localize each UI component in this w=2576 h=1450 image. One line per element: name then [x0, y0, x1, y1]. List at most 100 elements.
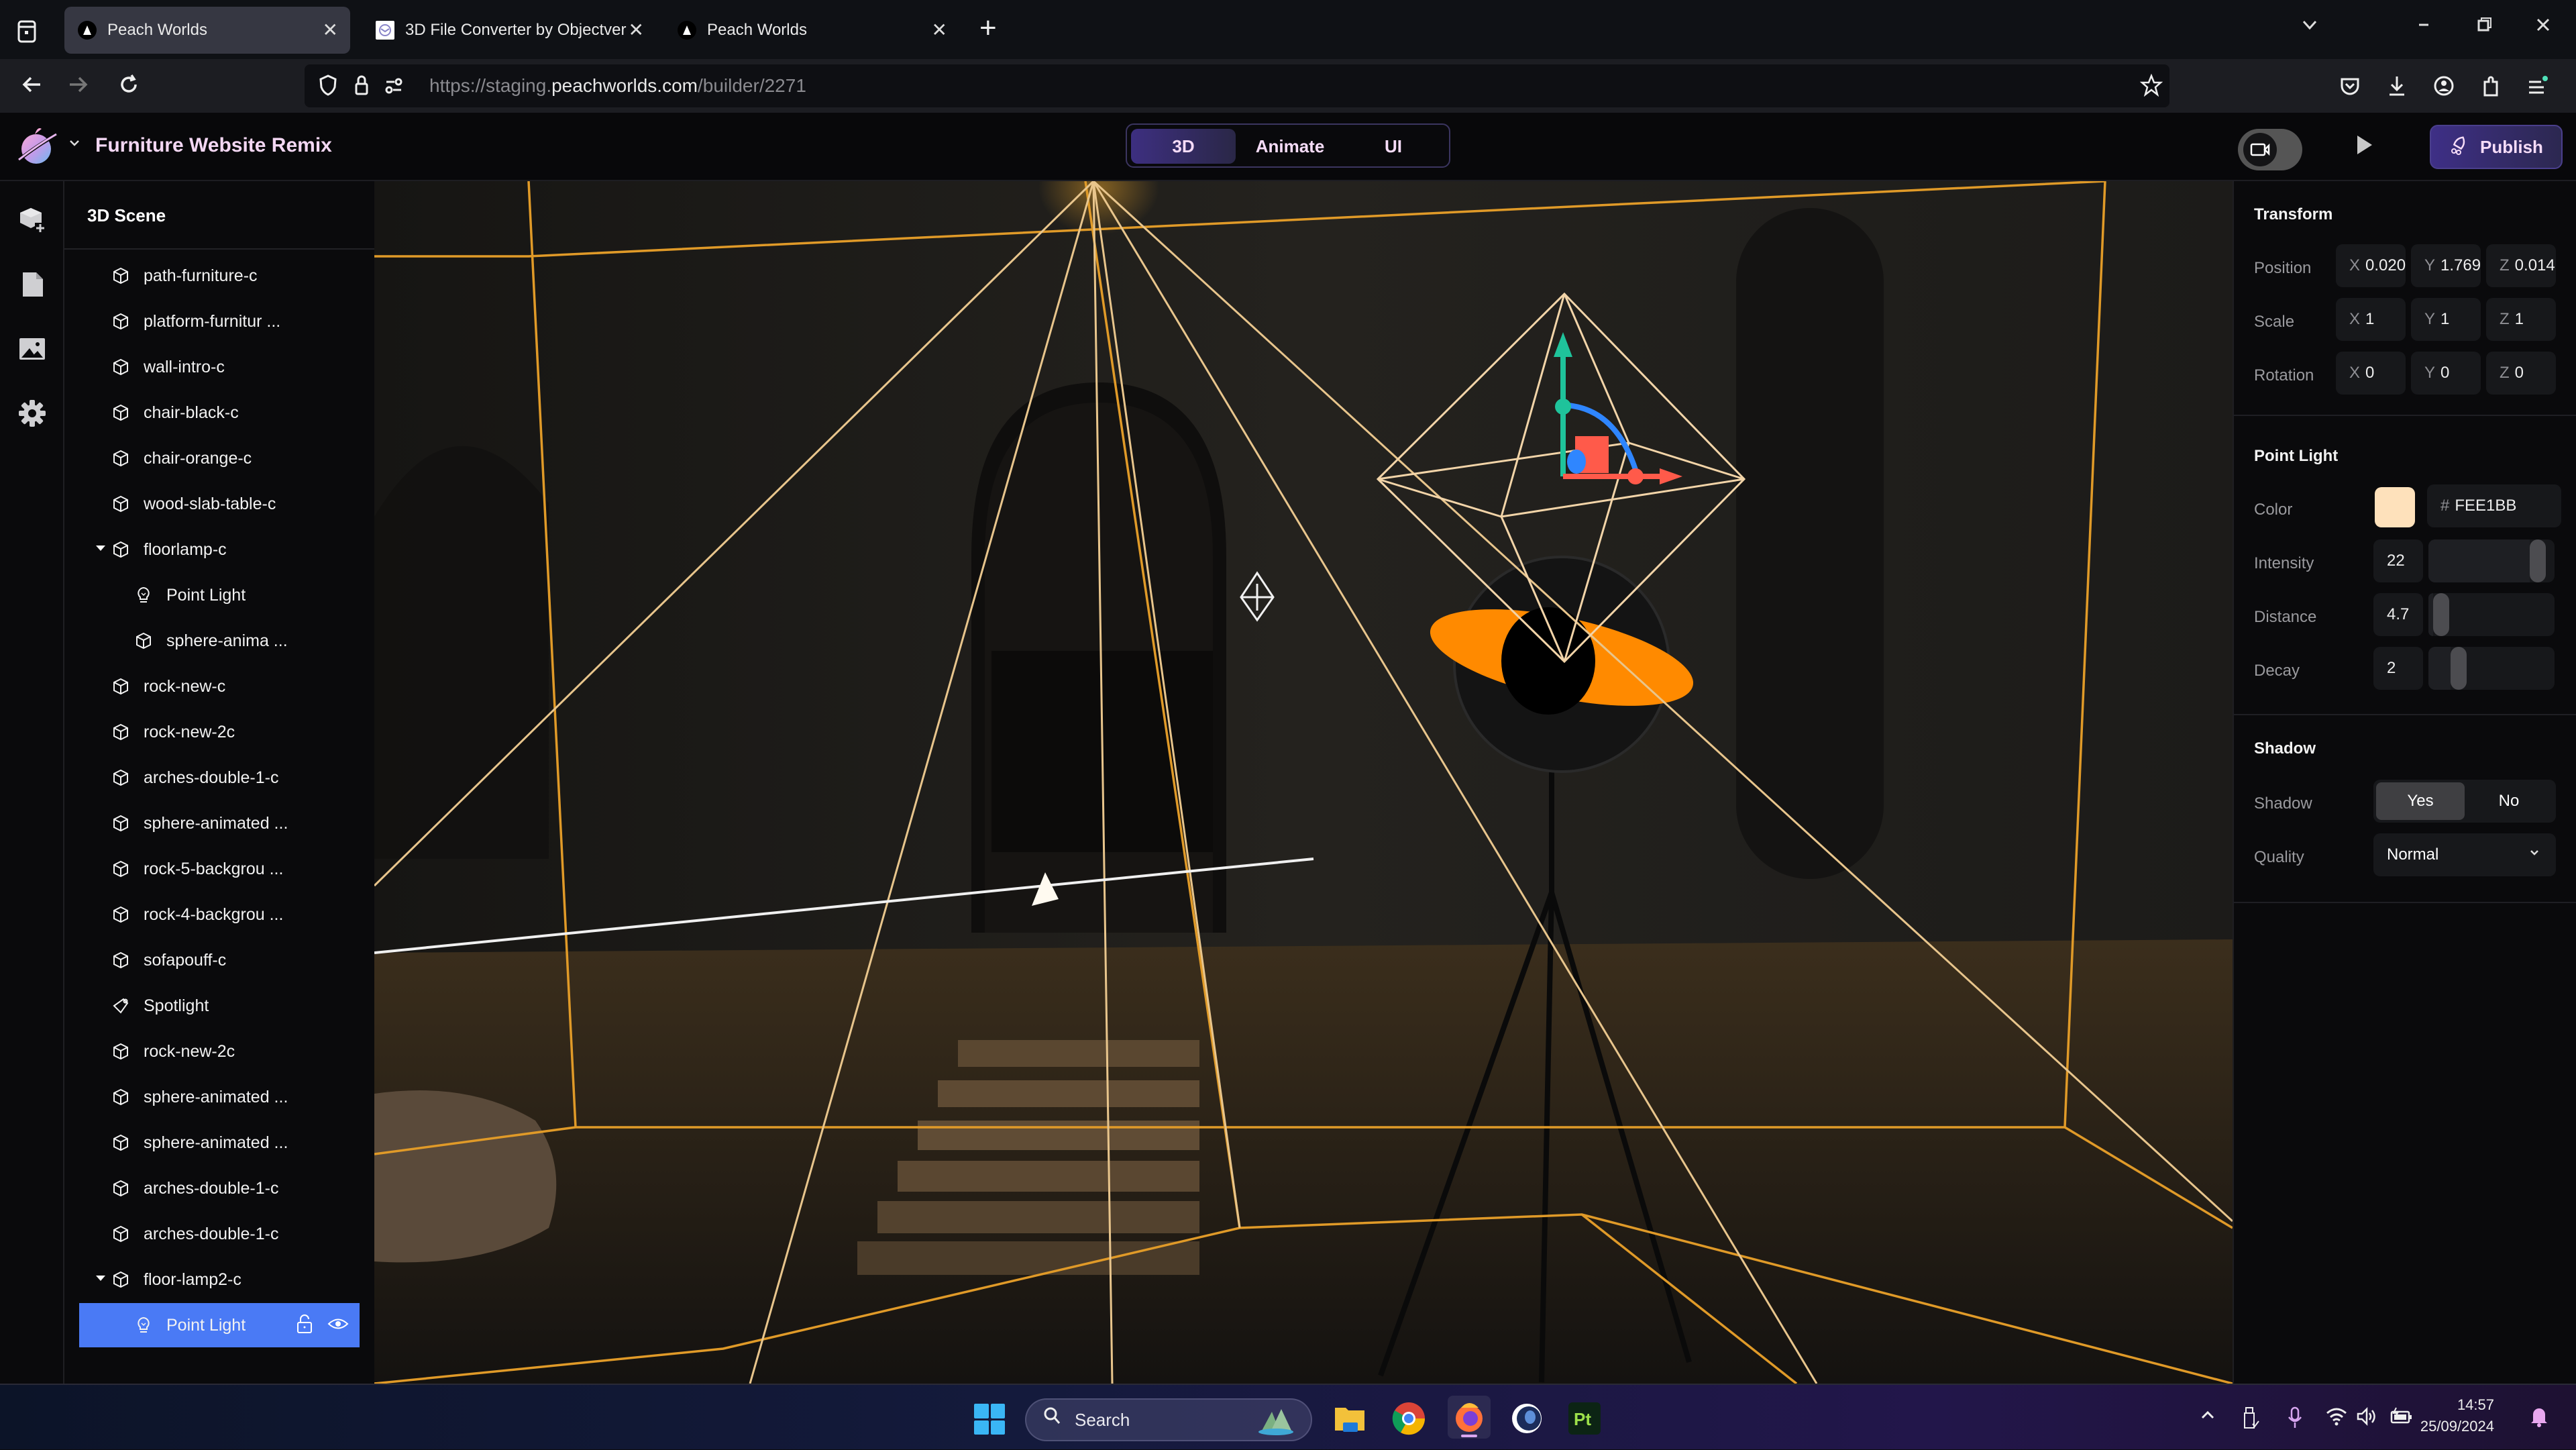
- color-swatch[interactable]: [2375, 487, 2415, 527]
- url-text[interactable]: https://staging.peachworlds.com/builder/…: [429, 75, 806, 97]
- 3d-viewport[interactable]: [374, 181, 2233, 1384]
- file-explorer-icon[interactable]: [1331, 1400, 1368, 1437]
- site-permissions-icon[interactable]: [382, 74, 405, 98]
- downloads-icon[interactable]: [2385, 74, 2408, 98]
- expand-caret-icon[interactable]: [95, 1274, 106, 1286]
- back-arrow-icon[interactable]: [19, 71, 46, 105]
- scene-node[interactable]: rock-new-2c: [79, 1029, 360, 1074]
- extensions-icon[interactable]: [2479, 74, 2502, 98]
- scene-node[interactable]: chair-orange-c: [79, 436, 360, 480]
- restore-icon[interactable]: [2474, 15, 2494, 40]
- position-x-input[interactable]: X 0.020: [2336, 244, 2406, 287]
- account-icon[interactable]: [2432, 74, 2455, 98]
- rotation-z-input[interactable]: Z0: [2486, 352, 2556, 395]
- decay-input[interactable]: 2: [2373, 647, 2423, 690]
- quality-select[interactable]: Normal: [2373, 833, 2556, 876]
- project-title[interactable]: Furniture Website Remix: [95, 134, 332, 157]
- distance-input[interactable]: 4.7: [2373, 593, 2423, 636]
- scene-node[interactable]: Spotlight: [79, 984, 360, 1028]
- peach-worlds-logo[interactable]: [15, 125, 60, 168]
- battery-charging-icon[interactable]: [2390, 1406, 2414, 1431]
- scene-node[interactable]: arches-double-1-c: [79, 1166, 360, 1210]
- settings-gear-icon[interactable]: [17, 399, 47, 428]
- minimize-icon[interactable]: [2414, 15, 2434, 40]
- tray-overflow-chevron-icon[interactable]: [2199, 1406, 2216, 1429]
- scene-node[interactable]: rock-new-2c: [79, 710, 360, 754]
- scene-node[interactable]: sphere-animated ...: [79, 1121, 360, 1165]
- address-bar[interactable]: https://staging.peachworlds.com/builder/…: [305, 64, 2169, 107]
- scene-node[interactable]: Point Light: [79, 573, 360, 617]
- firefox-icon[interactable]: [1448, 1396, 1491, 1439]
- slider-thumb[interactable]: [2451, 647, 2467, 690]
- publish-button[interactable]: Publish: [2430, 125, 2563, 169]
- menu-hamburger-icon[interactable]: [2525, 74, 2548, 98]
- color-hex-input[interactable]: # FEE1BB: [2427, 484, 2561, 527]
- microphone-icon[interactable]: [2286, 1406, 2304, 1434]
- tab-overflow-chevron-icon[interactable]: [2300, 15, 2320, 40]
- notification-bell-icon[interactable]: [2529, 1405, 2549, 1433]
- cinema4d-icon[interactable]: [1508, 1400, 1546, 1437]
- scene-node[interactable]: arches-double-1-c: [79, 756, 360, 800]
- wifi-icon[interactable]: [2325, 1406, 2348, 1431]
- scene-node[interactable]: rock-5-backgrou ...: [79, 847, 360, 891]
- intensity-input[interactable]: 22: [2373, 539, 2423, 582]
- scene-node[interactable]: sphere-animated ...: [79, 801, 360, 845]
- scale-y-input[interactable]: Y1: [2411, 298, 2481, 341]
- file-icon[interactable]: [17, 270, 47, 299]
- mode-tab-3d[interactable]: 3D: [1131, 129, 1236, 164]
- system-clock[interactable]: 14:57 25/09/2024: [2415, 1394, 2494, 1437]
- slider-thumb[interactable]: [2530, 539, 2546, 582]
- windows-start-icon[interactable]: [974, 1404, 1005, 1435]
- scene-node[interactable]: path-furniture-c: [79, 254, 360, 298]
- scene-node[interactable]: arches-double-1-c: [79, 1212, 360, 1256]
- volume-icon[interactable]: [2356, 1406, 2379, 1431]
- slider-thumb[interactable]: [2433, 593, 2449, 636]
- taskbar-search[interactable]: Search: [1025, 1398, 1312, 1441]
- scene-node[interactable]: rock-4-backgrou ...: [79, 892, 360, 937]
- play-preview-icon[interactable]: [2357, 136, 2372, 154]
- rotation-y-input[interactable]: Y0: [2411, 352, 2481, 395]
- decay-slider[interactable]: [2428, 647, 2555, 690]
- scene-node[interactable]: sofapouff-c: [79, 938, 360, 982]
- scene-node[interactable]: wood-slab-table-c: [79, 482, 360, 526]
- mode-tab-ui[interactable]: UI: [1343, 129, 1444, 164]
- close-tab-icon[interactable]: ✕: [629, 19, 644, 42]
- usb-device-icon[interactable]: [2242, 1406, 2259, 1434]
- camera-toggle[interactable]: [2238, 129, 2302, 170]
- intensity-slider[interactable]: [2428, 539, 2555, 582]
- shadow-yes-option[interactable]: Yes: [2376, 782, 2465, 820]
- rotation-x-input[interactable]: X0: [2336, 352, 2406, 395]
- scene-node[interactable]: wall-intro-c: [79, 345, 360, 389]
- substance-painter-icon[interactable]: Pt: [1566, 1400, 1603, 1437]
- forward-arrow-icon[interactable]: [64, 71, 91, 105]
- pocket-icon[interactable]: [2339, 74, 2361, 98]
- close-tab-icon[interactable]: ✕: [323, 19, 338, 42]
- position-y-input[interactable]: Y 1.769: [2411, 244, 2481, 287]
- add-object-icon[interactable]: [17, 205, 47, 235]
- scene-node[interactable]: floor-lamp2-c: [79, 1257, 360, 1302]
- scale-z-input[interactable]: Z1: [2486, 298, 2556, 341]
- chrome-icon[interactable]: [1390, 1400, 1428, 1437]
- image-icon[interactable]: [17, 334, 47, 364]
- new-tab-button[interactable]: +: [979, 13, 997, 43]
- scene-node[interactable]: sphere-animated ...: [79, 1075, 360, 1119]
- browser-tab-peach-worlds-2[interactable]: Peach Worlds ✕: [664, 7, 959, 54]
- visibility-eye-icon[interactable]: [327, 1314, 349, 1339]
- shadow-no-option[interactable]: No: [2465, 782, 2553, 820]
- shield-icon[interactable]: [317, 74, 339, 98]
- close-window-icon[interactable]: [2533, 15, 2553, 40]
- project-menu-chevron-icon[interactable]: [67, 136, 82, 154]
- expand-caret-icon[interactable]: [95, 543, 106, 556]
- scene-node[interactable]: Point Light: [79, 1303, 360, 1347]
- unlock-icon[interactable]: [295, 1314, 314, 1339]
- browser-tab-peach-worlds-1[interactable]: Peach Worlds ✕: [64, 7, 350, 54]
- distance-slider[interactable]: [2428, 593, 2555, 636]
- scene-node[interactable]: platform-furnitur ...: [79, 299, 360, 344]
- scale-x-input[interactable]: X1: [2336, 298, 2406, 341]
- scene-node[interactable]: floorlamp-c: [79, 527, 360, 572]
- tab-list-icon[interactable]: [12, 17, 42, 44]
- close-tab-icon[interactable]: ✕: [932, 19, 947, 42]
- scene-node[interactable]: sphere-anima ...: [79, 619, 360, 663]
- bookmark-star-icon[interactable]: [2139, 73, 2163, 98]
- browser-tab-3d-file-converter[interactable]: 3D File Converter by Objectvers ✕: [362, 7, 644, 54]
